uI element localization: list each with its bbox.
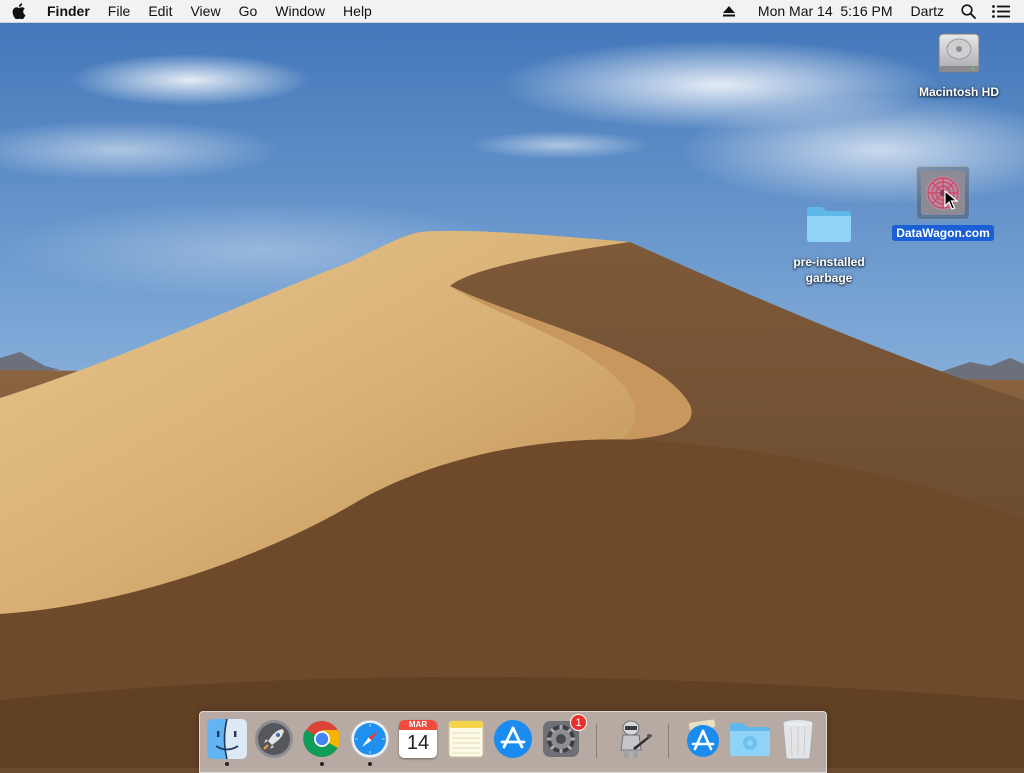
menu-view[interactable]: View (181, 0, 229, 22)
dock-finder[interactable] (205, 717, 249, 761)
calendar-icon: MAR 14 (399, 720, 437, 758)
desktop-icon-label: pre-installed garbage (793, 255, 865, 285)
chrome-icon (303, 721, 340, 758)
desktop-icon-datawagon[interactable]: DataWagon.com (884, 166, 1002, 241)
trash-icon (782, 719, 814, 760)
mouse-cursor-icon (944, 189, 959, 215)
menu-window[interactable]: Window (266, 0, 334, 22)
dock-trash[interactable] (776, 717, 820, 761)
notification-center-icon[interactable] (984, 0, 1024, 22)
dock: MAR 14 1 (199, 711, 827, 773)
dock-system-preferences[interactable]: 1 (539, 714, 587, 761)
applications-stack-icon (687, 719, 719, 757)
desktop-icon-label: Macintosh HD (918, 85, 999, 99)
downloads-folder-icon (730, 723, 770, 756)
dock-separator (596, 724, 597, 758)
dock-app-store[interactable] (491, 717, 535, 761)
calendar-month: MAR (399, 720, 437, 730)
folder-icon (805, 204, 853, 244)
dock-separator (668, 724, 669, 758)
finder-icon (207, 718, 247, 760)
menu-bar: Finder File Edit View Go Window Help Mon… (0, 0, 1024, 23)
dock-chrome[interactable] (300, 717, 344, 761)
running-indicator (320, 762, 324, 766)
desktop-icon-label: DataWagon.com (892, 225, 994, 241)
eject-icon[interactable] (709, 0, 749, 22)
hard-drive-icon (935, 28, 983, 80)
automator-icon (620, 720, 652, 758)
dock-safari[interactable] (348, 717, 392, 761)
menu-file[interactable]: File (99, 0, 140, 22)
dock-calendar[interactable]: MAR 14 (396, 717, 440, 761)
dock-applications-stack[interactable] (681, 717, 725, 761)
apple-menu-icon[interactable] (0, 0, 38, 22)
safari-icon (350, 719, 390, 759)
app-store-icon (494, 720, 532, 758)
clock[interactable]: Mon Mar 14 5:16 PM (749, 0, 902, 22)
menu-edit[interactable]: Edit (139, 0, 181, 22)
running-indicator (368, 762, 372, 766)
menu-help[interactable]: Help (334, 0, 381, 22)
dock-downloads-folder[interactable] (728, 717, 772, 761)
desktop-icon-macintosh-hd[interactable]: Macintosh HD (904, 28, 1014, 100)
app-menu-finder[interactable]: Finder (38, 0, 99, 22)
dock-notes[interactable] (444, 717, 488, 761)
dock-automator[interactable] (610, 717, 654, 761)
desktop-icon-pre-installed-garbage-folder[interactable]: pre-installed garbage (774, 204, 884, 286)
menu-go[interactable]: Go (230, 0, 267, 22)
user-switcher[interactable]: Dartz (902, 0, 953, 22)
running-indicator (225, 762, 229, 766)
dock-launchpad[interactable] (252, 717, 296, 761)
desktop-wallpaper (0, 0, 1024, 768)
notes-icon (448, 720, 484, 758)
launchpad-icon (255, 720, 293, 758)
notification-badge: 1 (570, 714, 587, 731)
calendar-day: 14 (406, 732, 430, 754)
datawagon-icon (916, 166, 970, 220)
spotlight-search-icon[interactable] (953, 0, 984, 22)
